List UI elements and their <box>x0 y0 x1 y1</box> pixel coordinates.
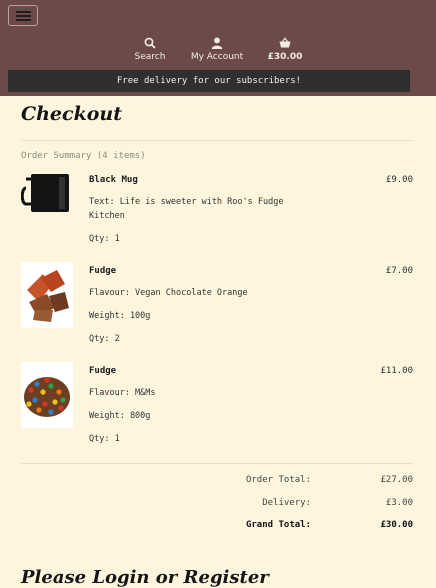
hamburger-icon-bar <box>16 19 31 21</box>
login-register-heading: Please Login or Register <box>21 567 269 588</box>
search-icon <box>144 37 156 49</box>
item-price: £9.00 <box>385 175 413 185</box>
order-total-value: £27.00 <box>380 475 413 485</box>
nav-basket[interactable]: £30.00 <box>264 37 306 62</box>
item-detail-text: Text: Life is sweeter with Roo's Fudge K… <box>89 197 284 221</box>
delivery-banner: Free delivery for our subscribers! <box>8 70 410 92</box>
order-item: Fudge £7.00 Flavour: Vegan Chocolate Ora… <box>21 262 413 352</box>
item-price: £7.00 <box>385 266 413 276</box>
item-qty: Qty: 2 <box>89 334 120 344</box>
divider <box>21 140 413 141</box>
item-qty: Qty: 1 <box>89 434 120 444</box>
product-image-fudge-chocolate-orange <box>21 262 73 328</box>
nav-basket-total: £30.00 <box>267 52 303 62</box>
nav-search-label: Search <box>134 52 166 62</box>
item-weight: Weight: 100g <box>89 311 151 321</box>
order-summary-label: Order Summary (4 items) <box>21 151 146 161</box>
item-flavour: Flavour: M&Ms <box>89 388 156 398</box>
user-icon <box>211 37 223 49</box>
delivery-label: Delivery: <box>262 498 311 508</box>
site-header: Search My Account £30.00 Free delivery f… <box>0 0 436 96</box>
product-image-black-mug <box>20 171 73 237</box>
grand-total-value: £30.00 <box>380 520 413 530</box>
product-image-fudge-mms <box>21 362 73 428</box>
grand-total-label: Grand Total: <box>245 520 311 530</box>
divider <box>21 463 413 464</box>
delivery-value: £3.00 <box>385 498 413 508</box>
nav-search[interactable]: Search <box>128 37 172 62</box>
item-weight: Weight: 800g <box>89 411 151 421</box>
hamburger-icon-bar <box>16 11 31 13</box>
item-qty: Qty: 1 <box>89 234 120 244</box>
item-name: Fudge <box>89 366 117 376</box>
order-item: Fudge £11.00 Flavour: M&Ms Weight: 800g … <box>21 362 413 452</box>
menu-toggle-button[interactable] <box>8 5 38 26</box>
order-total-label: Order Total: <box>245 475 311 485</box>
nav-account-label: My Account <box>190 52 244 62</box>
item-price: £11.00 <box>380 366 413 376</box>
page-title: Checkout <box>21 103 123 125</box>
item-name: Fudge <box>89 266 117 276</box>
basket-icon <box>279 37 291 48</box>
nav-account[interactable]: My Account <box>188 37 246 62</box>
item-flavour: Flavour: Vegan Chocolate Orange <box>89 288 248 298</box>
item-name: Black Mug <box>89 175 138 185</box>
order-item: Black Mug £9.00 Text: Life is sweeter wi… <box>20 171 413 261</box>
hamburger-icon-bar <box>16 15 31 17</box>
